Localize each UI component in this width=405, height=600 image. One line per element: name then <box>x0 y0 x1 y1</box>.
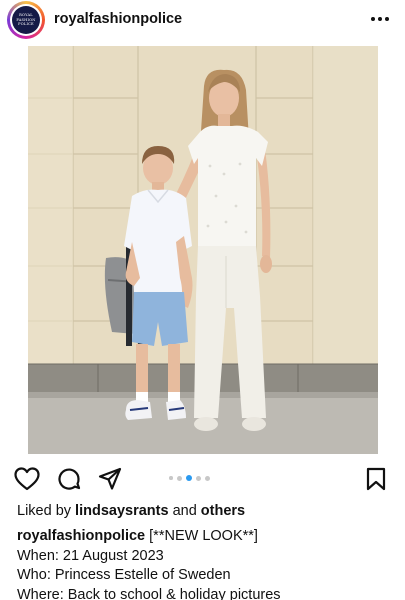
likes-others-link[interactable]: others <box>201 503 245 519</box>
likes-middle: and <box>168 503 201 519</box>
caption-where: Where: Back to school & holiday pictures <box>17 586 281 600</box>
carousel-dot <box>195 475 201 481</box>
avatar[interactable]: ROYAL FASHION POLICE <box>7 1 45 39</box>
avatar-frame: ROYAL FASHION POLICE <box>10 4 42 36</box>
carousel-dot <box>176 475 182 481</box>
bookmark-icon[interactable] <box>362 466 390 492</box>
caption-username-link[interactable]: royalfashionpolice <box>17 528 145 544</box>
post-username[interactable]: royalfashionpolice <box>54 11 182 27</box>
post-header: ROYAL FASHION POLICE royalfashionpolice <box>0 0 405 40</box>
caption-when: When: 21 August 2023 <box>17 547 164 564</box>
carousel-dot <box>169 476 173 480</box>
liked-by-user-link[interactable]: lindsaysrants <box>75 503 169 519</box>
carousel-dot-active <box>185 475 192 481</box>
post-photo[interactable] <box>28 46 378 454</box>
caption-headline: [**NEW LOOK**] <box>145 528 258 544</box>
carousel-indicator <box>169 475 210 481</box>
avatar-logo-line: POLICE <box>18 22 34 27</box>
post-media[interactable] <box>0 46 405 454</box>
likes-summary: Liked by lindsaysrants and others <box>17 503 245 519</box>
heart-icon[interactable] <box>13 466 41 492</box>
post-action-bar <box>0 462 405 494</box>
post-caption: royalfashionpolice [**NEW LOOK**] When: … <box>17 527 281 600</box>
comment-icon[interactable] <box>55 466 83 492</box>
caption-first-line: royalfashionpolice [**NEW LOOK**] <box>17 527 281 547</box>
more-options-icon[interactable] <box>367 6 393 32</box>
photo-illustration <box>28 46 378 454</box>
avatar-logo: ROYAL FASHION POLICE <box>12 6 40 34</box>
share-icon[interactable] <box>96 466 124 492</box>
likes-prefix: Liked by <box>17 503 76 519</box>
caption-who: Who: Princess Estelle of Sweden <box>17 567 231 583</box>
carousel-dot <box>204 475 210 481</box>
